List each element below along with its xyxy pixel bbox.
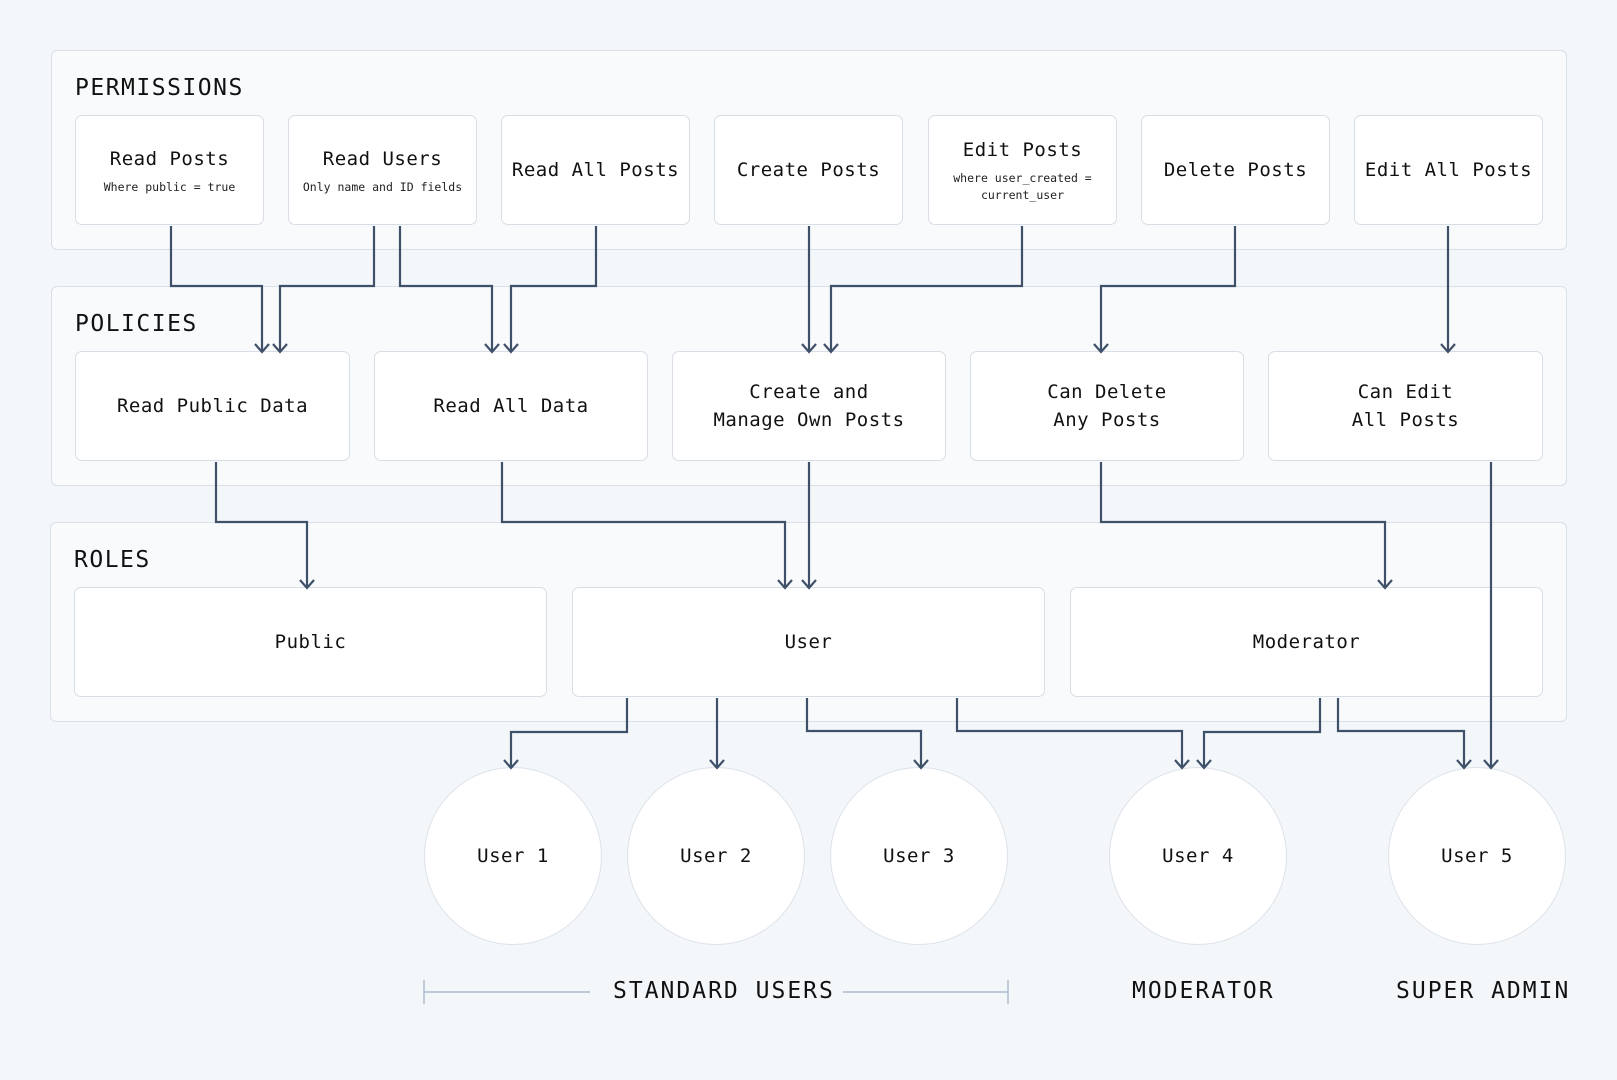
- permission-delete-posts[interactable]: Delete Posts: [1141, 115, 1330, 225]
- policy-read-public-data[interactable]: Read Public Data: [75, 351, 350, 461]
- policy-label: Read All Data: [433, 395, 589, 417]
- group-label-super-admin: SUPER ADMIN: [1396, 978, 1571, 1004]
- user-4[interactable]: User 4: [1109, 767, 1287, 945]
- permission-label: Create Posts: [736, 159, 881, 181]
- user-label: User 3: [883, 845, 955, 867]
- permission-label: Delete Posts: [1163, 159, 1308, 181]
- policies-title: POLICIES: [75, 311, 198, 337]
- user-3[interactable]: User 3: [830, 767, 1008, 945]
- role-moderator[interactable]: Moderator: [1070, 587, 1543, 697]
- user-label: User 1: [477, 845, 549, 867]
- permission-condition: Where public = true: [103, 179, 236, 194]
- policy-label: Can Edit All Posts: [1351, 381, 1460, 431]
- user-label: User 4: [1162, 845, 1234, 867]
- role-label: Public: [274, 631, 347, 653]
- permission-read-all-posts[interactable]: Read All Posts: [501, 115, 690, 225]
- permission-condition: where user_created = current_user: [953, 171, 1092, 202]
- role-user[interactable]: User: [572, 587, 1045, 697]
- policy-label: Create and Manage Own Posts: [713, 381, 905, 431]
- policy-read-all-data[interactable]: Read All Data: [374, 351, 648, 461]
- role-label: Moderator: [1252, 631, 1361, 653]
- user-label: User 2: [680, 845, 752, 867]
- policy-can-edit-all-posts[interactable]: Can Edit All Posts: [1268, 351, 1543, 461]
- user-1[interactable]: User 1: [424, 767, 602, 945]
- permission-read-users[interactable]: Read Users Only name and ID fields: [288, 115, 477, 225]
- permission-label: Read Posts: [109, 147, 230, 170]
- permission-create-posts[interactable]: Create Posts: [714, 115, 903, 225]
- permission-condition: Only name and ID fields: [302, 179, 463, 194]
- policy-can-delete-any-posts[interactable]: Can Delete Any Posts: [970, 351, 1244, 461]
- user-label: User 5: [1441, 845, 1513, 867]
- permission-label: Edit All Posts: [1364, 159, 1533, 181]
- policy-label: Can Delete Any Posts: [1047, 381, 1167, 431]
- user-5[interactable]: User 5: [1388, 767, 1566, 945]
- roles-title: ROLES: [74, 547, 151, 573]
- permission-edit-posts[interactable]: Edit Posts where user_created = current_…: [928, 115, 1117, 225]
- policy-create-manage-own-posts[interactable]: Create and Manage Own Posts: [672, 351, 946, 461]
- permission-label: Read All Posts: [511, 159, 680, 181]
- role-label: User: [784, 631, 833, 653]
- permission-label: Read Users: [322, 147, 443, 170]
- group-label-standard-users: STANDARD USERS: [613, 978, 835, 1004]
- role-public[interactable]: Public: [74, 587, 547, 697]
- user-2[interactable]: User 2: [627, 767, 805, 945]
- permissions-title: PERMISSIONS: [75, 75, 244, 101]
- permission-edit-all-posts[interactable]: Edit All Posts: [1354, 115, 1543, 225]
- policy-label: Read Public Data: [116, 395, 309, 417]
- permission-read-posts[interactable]: Read Posts Where public = true: [75, 115, 264, 225]
- group-label-moderator: MODERATOR: [1132, 978, 1275, 1004]
- permission-label: Edit Posts: [962, 139, 1083, 161]
